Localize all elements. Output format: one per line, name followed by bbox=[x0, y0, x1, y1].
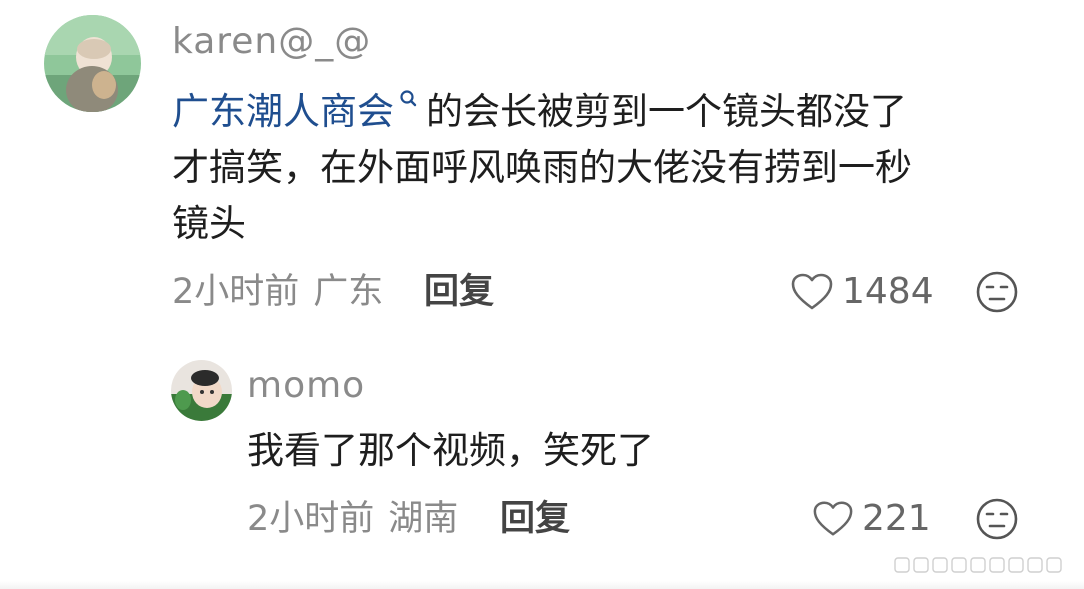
comment-meta: 2小时前 湖南 bbox=[247, 497, 458, 541]
comment-text-line: 镜头 bbox=[172, 202, 246, 245]
dislike-button[interactable] bbox=[975, 497, 1019, 545]
like-count: 221 bbox=[862, 498, 931, 539]
topic-link[interactable]: 广东潮人商会 bbox=[172, 90, 394, 133]
heart-outline-icon bbox=[813, 501, 853, 536]
timestamp: 2小时前 bbox=[172, 272, 300, 312]
reply-button[interactable]: 回复 bbox=[500, 497, 570, 541]
location: 湖南 bbox=[388, 499, 459, 539]
comment-text-line: 才搞笑，在外面呼风唤雨的大佬没有捞到一秒 bbox=[172, 146, 912, 189]
like-button[interactable]: 221 bbox=[812, 497, 931, 541]
avatar[interactable] bbox=[171, 360, 232, 421]
search-icon[interactable] bbox=[398, 88, 418, 114]
like-count: 1484 bbox=[842, 271, 934, 312]
watermark bbox=[894, 557, 1062, 573]
comment-meta: 2小时前 广东 bbox=[172, 270, 383, 314]
comment-text-line: 的会长被剪到一个镜头都没了 bbox=[426, 90, 907, 133]
dislike-button[interactable] bbox=[975, 270, 1019, 318]
bottom-divider bbox=[0, 581, 1084, 589]
meh-face-icon bbox=[976, 498, 1018, 540]
location: 广东 bbox=[313, 272, 384, 312]
username[interactable]: karen@_@ bbox=[172, 20, 371, 64]
username[interactable]: momo bbox=[247, 364, 365, 408]
comment-text-line: 我看了那个视频，笑死了 bbox=[247, 429, 654, 472]
comment-text: 我看了那个视频，笑死了 bbox=[247, 423, 1047, 479]
avatar[interactable] bbox=[44, 15, 141, 112]
heart-outline-icon bbox=[791, 273, 833, 310]
timestamp: 2小时前 bbox=[247, 499, 375, 539]
comment-text: 广东潮人商会 的会长被剪到一个镜头都没了 才搞笑，在外面呼风唤雨的大佬没有捞到一秒… bbox=[172, 84, 1032, 252]
reply-button[interactable]: 回复 bbox=[424, 270, 494, 314]
meh-face-icon bbox=[976, 271, 1018, 313]
like-button[interactable]: 1484 bbox=[790, 270, 934, 314]
